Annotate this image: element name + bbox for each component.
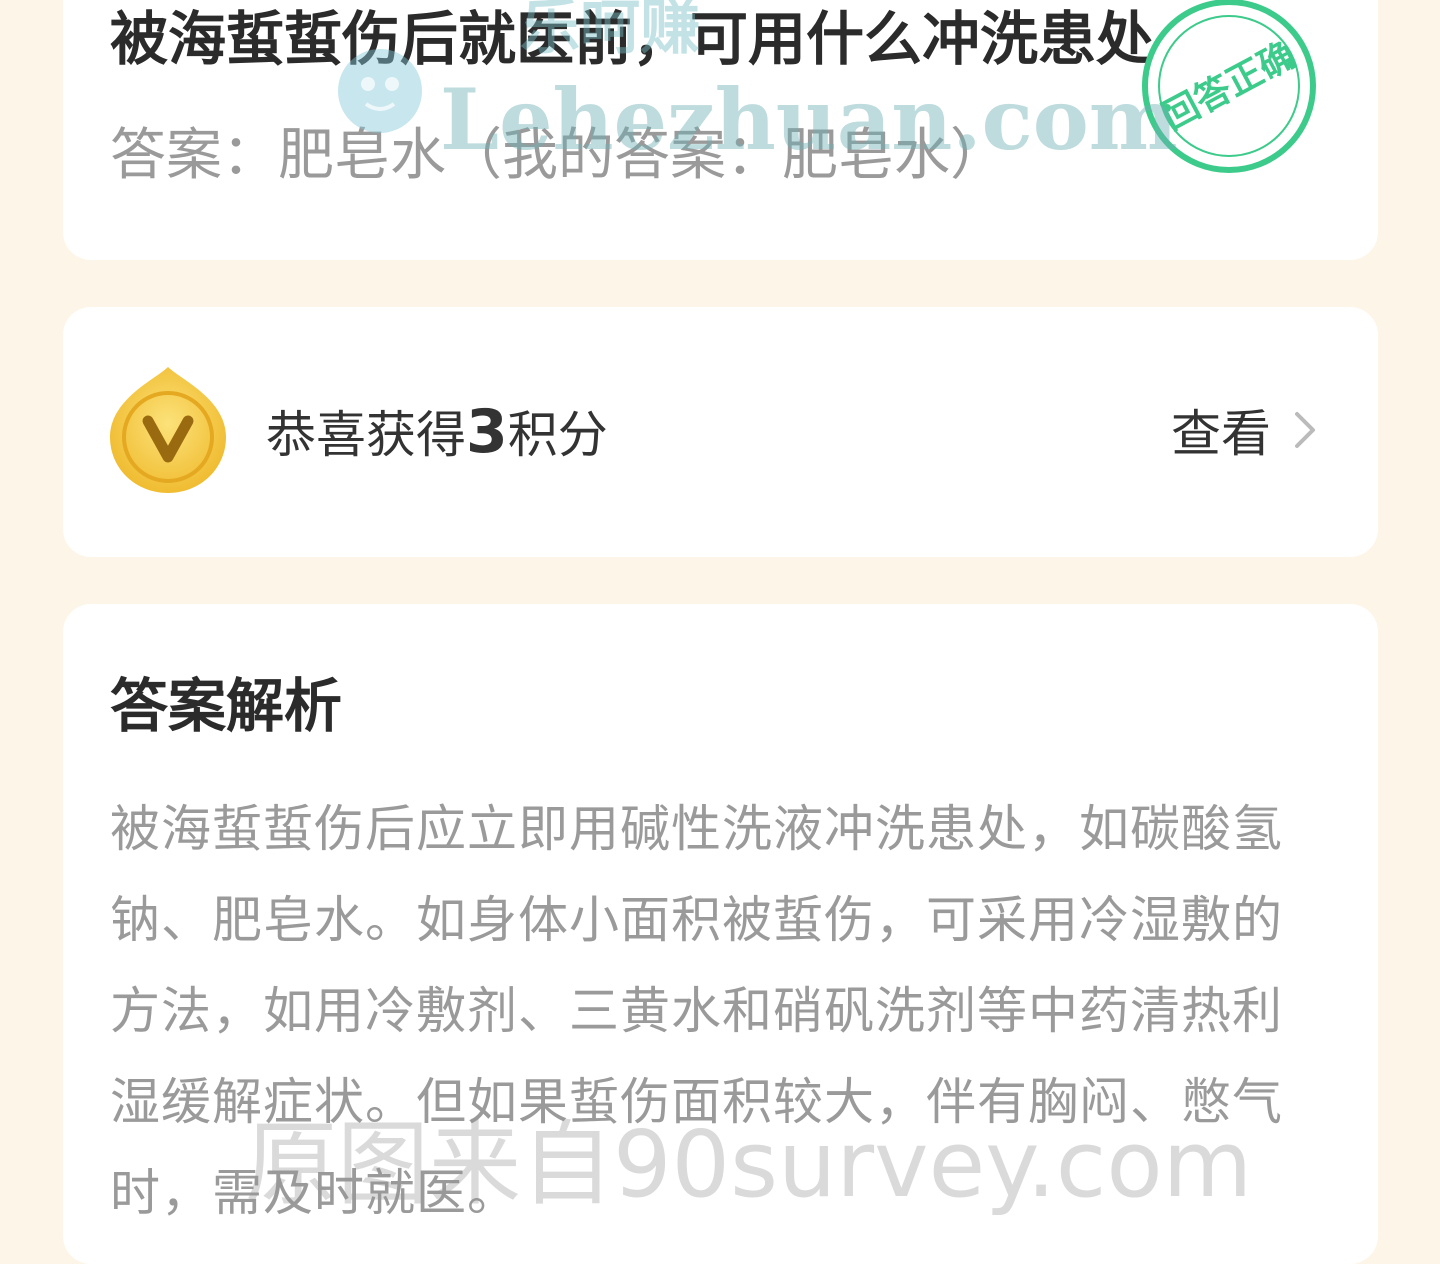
analysis-title: 答案解析 [110,672,343,740]
view-points-link[interactable]: 查看 [1171,395,1317,465]
view-label: 查看 [1171,405,1271,463]
answer-line: 答案：肥皂水（我的答案：肥皂水） [110,123,1006,188]
stamp-text: 回答正确 [1156,35,1302,139]
points-suffix: 积分 [507,406,608,464]
points-reward-card[interactable]: 恭喜获得3积分 查看 [63,307,1378,557]
analysis-body: 被海蜇蜇伤后应立即用碱性洗液冲洗患处，如碳酸氢钠、肥皂水。如身体小面积被蜇伤，可… [110,800,1283,1222]
points-prefix: 恭喜获得 [266,406,466,464]
gold-coin-icon [110,367,226,493]
points-earned-text: 恭喜获得3积分 [266,397,608,467]
question-title: 被海蜇蜇伤后就医前，可用什么冲洗患处 [110,5,1155,73]
answer-analysis-card: 答案解析 被海蜇蜇伤后应立即用碱性洗液冲洗患处，如碳酸氢钠、肥皂水。如身体小面积… [63,604,1378,1264]
chevron-right-icon [1295,412,1315,448]
points-amount: 3 [466,397,508,467]
answer-correct-stamp-icon: 回答正确 [1142,0,1316,173]
question-card: 被海蜇蜇伤后就医前，可用什么冲洗患处 答案：肥皂水（我的答案：肥皂水） 回答正确 [63,0,1378,260]
